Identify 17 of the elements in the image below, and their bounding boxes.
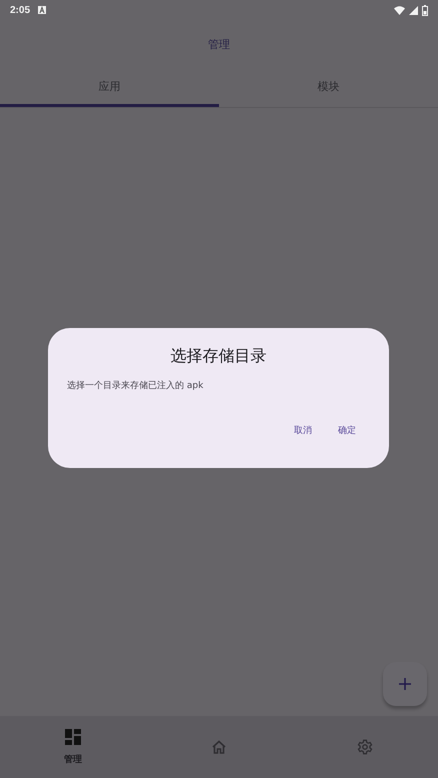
home-icon — [211, 739, 227, 755]
wifi-icon — [394, 6, 405, 14]
battery-icon — [422, 4, 428, 16]
dialog-message: 选择一个目录来存储已注入的 apk — [67, 380, 204, 392]
app-title: 管理 — [208, 36, 230, 52]
notification-icon — [38, 6, 46, 14]
dashboard-icon — [65, 728, 81, 744]
add-button[interactable] — [383, 662, 427, 706]
dialog-button[interactable]: 取消 — [288, 420, 318, 441]
status-time: 2:05 — [10, 4, 30, 16]
settings-icon — [357, 739, 373, 755]
dialog-title: 选择存储目录 — [170, 346, 268, 367]
signal-icon — [409, 6, 418, 14]
tab[interactable]: 应用 — [0, 68, 219, 107]
tab[interactable]: 模块 — [219, 68, 438, 107]
dialog-button[interactable]: 确定 — [332, 420, 362, 441]
plus-icon — [399, 678, 411, 690]
